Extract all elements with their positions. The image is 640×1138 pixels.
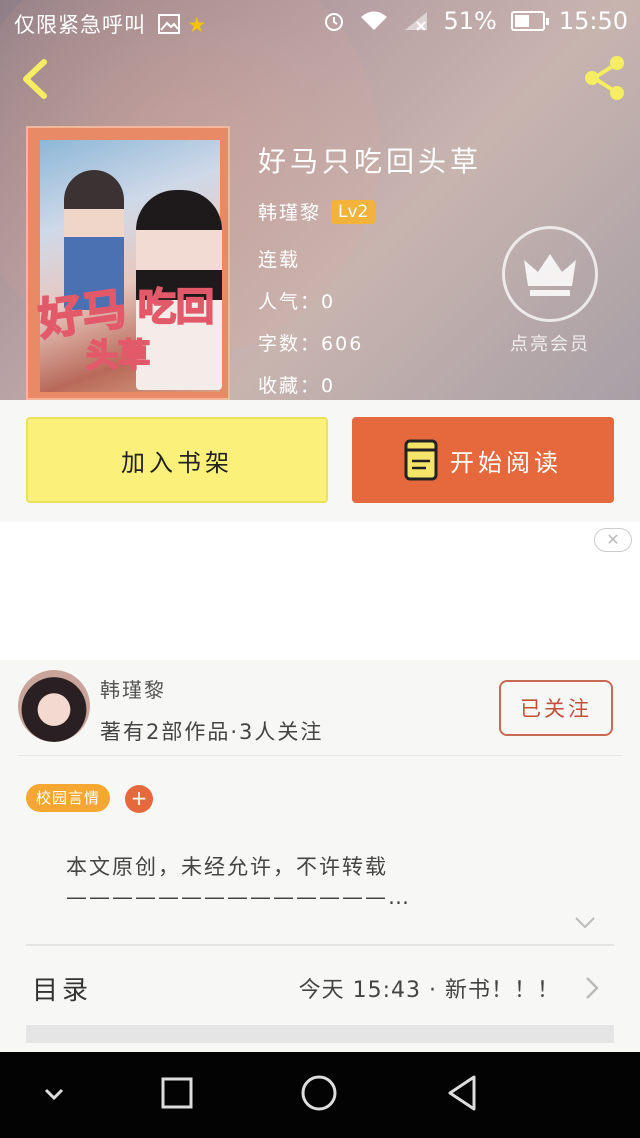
favorites-count: 收藏：0 xyxy=(258,375,336,397)
ad-close-button[interactable]: ✕ xyxy=(594,528,632,552)
book-icon xyxy=(404,439,438,481)
divider xyxy=(18,755,622,756)
system-nav-bar xyxy=(0,1052,640,1138)
share-icon[interactable] xyxy=(582,54,628,102)
star-icon: ★ xyxy=(187,13,208,37)
battery-percent: 51% xyxy=(443,7,497,35)
clock: 15:50 xyxy=(558,7,628,35)
add-tag-button[interactable]: + xyxy=(125,785,153,813)
serial-status: 连载 xyxy=(258,249,301,271)
chevron-down-icon[interactable] xyxy=(42,1086,66,1102)
vip-button[interactable]: 点亮会员 xyxy=(500,226,600,366)
back-arrow-icon[interactable] xyxy=(16,56,56,102)
avatar[interactable] xyxy=(18,670,90,742)
start-reading-button[interactable]: 开始阅读 xyxy=(352,417,614,503)
table-of-contents-row[interactable]: 目录 今天 15:43 · 新书！！！ xyxy=(0,958,640,1018)
word-count: 字数：606 xyxy=(258,333,364,355)
triangle-back-icon[interactable] xyxy=(444,1074,480,1112)
level-badge: Lv2 xyxy=(331,199,376,224)
book-info: 好马只吃回头草 韩瑾黎 Lv2 连载 人气：0 字数：606 收藏：0 xyxy=(258,140,482,400)
image-icon xyxy=(157,14,180,34)
crown-icon xyxy=(524,254,576,296)
cover-title-part: 吃回 xyxy=(137,284,215,330)
status-bar: 仅限紧急呼叫 ★ 51% 15:50 xyxy=(0,0,640,44)
author-card-name[interactable]: 韩瑾黎 xyxy=(100,674,166,703)
cover-title-part: 头草 xyxy=(85,335,151,375)
vip-label: 点亮会员 xyxy=(510,334,590,355)
latest-chapter: 今天 15:43 · 新书！！！ xyxy=(298,978,560,1003)
author-stats: 著有2部作品·3人关注 xyxy=(100,720,324,744)
battery-icon xyxy=(510,11,549,31)
ad-banner: ✕ xyxy=(0,522,640,660)
alarm-icon xyxy=(325,13,344,31)
chevron-right-icon xyxy=(586,977,599,999)
book-header: 仅限紧急呼叫 ★ 51% 15:50 好马 吃回 头草 好马只吃回头草 韩瑾黎 … xyxy=(0,0,640,400)
square-recent-icon[interactable] xyxy=(160,1076,194,1110)
section-placeholder xyxy=(26,1025,614,1043)
book-title: 好马只吃回头草 xyxy=(258,145,483,178)
book-cover[interactable]: 好马 吃回 头草 xyxy=(26,126,230,400)
follow-button[interactable]: 已关注 xyxy=(499,680,613,736)
signal-icon xyxy=(405,12,428,31)
start-reading-label: 开始阅读 xyxy=(450,448,562,477)
circle-home-icon[interactable] xyxy=(300,1074,338,1112)
popularity: 人气：0 xyxy=(258,291,336,313)
action-bar: 加入书架 开始阅读 xyxy=(0,400,640,522)
chevron-down-icon[interactable] xyxy=(574,916,596,930)
genre-tag[interactable]: 校园言情 xyxy=(26,784,111,812)
carrier-text: 仅限紧急呼叫 xyxy=(14,13,146,37)
wifi-icon xyxy=(361,11,388,30)
divider xyxy=(26,944,614,946)
author-name[interactable]: 韩瑾黎 xyxy=(258,198,321,225)
author-card: 韩瑾黎 著有2部作品·3人关注 已关注 xyxy=(0,660,640,756)
book-description[interactable]: 本文原创，未经允许，不许转载 ——————————————… xyxy=(66,852,411,912)
add-to-shelf-button[interactable]: 加入书架 xyxy=(26,417,328,503)
toc-label: 目录 xyxy=(32,976,93,1006)
